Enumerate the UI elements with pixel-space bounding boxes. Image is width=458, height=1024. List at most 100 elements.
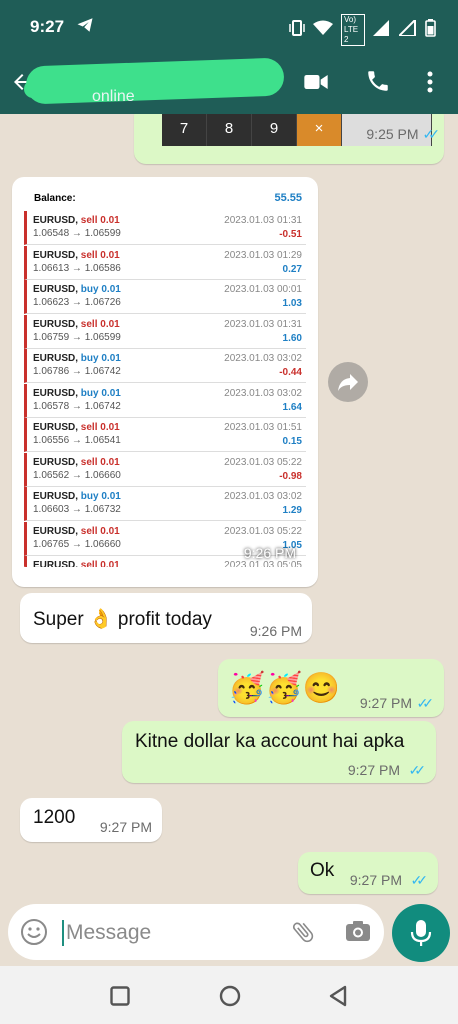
trade-date: 2023.01.03 05:22: [224, 456, 302, 468]
more-options-icon[interactable]: [420, 68, 440, 101]
camera-icon[interactable]: [345, 919, 371, 948]
chat-area[interactable]: 7 8 9 × 9:25 PM ✓✓ Balance: 55.55 EURUSD,…: [0, 114, 458, 966]
trade-symbol: EURUSD, buy 0.01: [33, 284, 121, 295]
message-time: 9:26 PM: [249, 623, 302, 639]
message-text: Super 👌 profit today: [33, 609, 212, 630]
trade-symbol: EURUSD, sell 0.01: [33, 525, 120, 537]
message-input-bar[interactable]: Message: [8, 904, 384, 960]
trade-pl: -0.98: [279, 470, 302, 482]
trade-lot: 0.01: [101, 353, 121, 364]
trade-prices: 1.06578 → 1.06742: [33, 400, 121, 412]
message-text: 🥳🥳😊: [228, 672, 341, 705]
status-time: 9:27: [30, 17, 65, 36]
message-time: 9:25 PM ✓✓: [366, 126, 440, 142]
message-input[interactable]: Message: [66, 921, 151, 945]
trade-date: 2023.01.03 03:02: [224, 353, 302, 364]
trade-pl: 0.15: [282, 436, 302, 447]
vibrate-icon: [289, 19, 305, 42]
trade-side: sell: [80, 422, 98, 433]
trade-row: EURUSD, buy 0.01 1.06603 → 1.06732 2023.01…: [24, 487, 306, 521]
trade-side: sell: [80, 525, 98, 537]
trade-side: sell: [80, 318, 98, 330]
redaction-scribble-avatar: [24, 80, 94, 98]
trade-prices: 1.06548 → 1.06599: [33, 228, 121, 239]
message-time: 9:27 PM: [349, 872, 402, 888]
trade-pl: 1.03: [282, 298, 302, 309]
trade-pl: 1.60: [282, 332, 302, 344]
read-ticks-icon: ✓✓: [416, 695, 435, 711]
forward-button[interactable]: [328, 362, 368, 402]
trade-symbol: EURUSD, sell 0.01: [33, 318, 120, 330]
trade-lot: 0.01: [100, 422, 120, 433]
trade-symbol: EURUSD, sell 0.01: [33, 249, 120, 261]
text-caret: [62, 920, 64, 946]
keypad-key: 8: [207, 114, 252, 146]
trade-symbol: EURUSD, buy 0.01: [33, 491, 121, 502]
incoming-message[interactable]: 1200 9:27 PM: [20, 798, 162, 842]
trade-side: sell: [80, 456, 98, 468]
trade-symbol: EURUSD, sell 0.01: [33, 456, 120, 468]
trade-pl: 1.64: [282, 401, 302, 413]
message-text: 1200: [33, 807, 76, 828]
trade-lot: 0.01: [100, 456, 120, 468]
trade-pl: -0.44: [279, 367, 302, 378]
image-message-trades[interactable]: Balance: 55.55 EURUSD, sell 0.01 1.06548 …: [12, 177, 318, 587]
trade-side: sell: [80, 215, 98, 226]
video-call-icon[interactable]: [302, 68, 330, 101]
incoming-message[interactable]: Super 👌 profit today 9:26 PM: [20, 593, 312, 643]
mic-icon: [410, 919, 432, 952]
mic-button[interactable]: [392, 904, 450, 962]
message-time: 9:27 PM: [99, 819, 152, 835]
emoji-icon[interactable]: [20, 918, 48, 951]
trade-lot: 0.01: [101, 284, 121, 295]
system-nav-bar: [0, 966, 458, 1024]
outgoing-message[interactable]: 🥳🥳😊 9:27 PM ✓✓: [218, 659, 444, 717]
trade-symbol: EURUSD, sell 0.01: [33, 560, 120, 567]
trade-date: 2023.01.03 00:01: [224, 284, 302, 295]
read-ticks-icon: ✓✓: [410, 872, 429, 888]
trade-side: sell: [80, 560, 98, 567]
trade-lot: 0.01: [101, 387, 121, 399]
trade-prices: 1.06623 → 1.06726: [33, 297, 121, 308]
trade-prices: 1.06556 → 1.06541: [33, 435, 121, 446]
outgoing-message[interactable]: Kitne dollar ka account hai apka 9:27 PM…: [122, 721, 436, 783]
voice-call-icon[interactable]: [365, 68, 391, 99]
trade-side: buy: [80, 284, 99, 295]
message-time: 9:27 PM: [347, 762, 400, 778]
message-time: 9:26 PM: [243, 545, 296, 561]
battery-icon: [425, 18, 436, 42]
recents-icon[interactable]: [110, 986, 130, 1011]
trade-side: buy: [80, 387, 99, 399]
volte-badge: Vo) LTE 2: [341, 14, 365, 46]
trade-row: EURUSD, buy 0.01 1.06578 → 1.06742 2023.01…: [24, 383, 306, 418]
wifi-icon: [313, 20, 333, 41]
trade-date: 2023.01.03 01:51: [224, 422, 302, 433]
outgoing-message[interactable]: Ok 9:27 PM ✓✓: [298, 852, 438, 894]
attach-icon[interactable]: [290, 919, 316, 950]
trade-side: buy: [80, 491, 99, 502]
balance-label: Balance:: [34, 193, 76, 204]
home-icon[interactable]: [219, 985, 241, 1012]
back-nav-icon[interactable]: [328, 985, 348, 1012]
trade-row: EURUSD, sell 0.01 1.06759 → 1.06599 2023.0…: [24, 314, 306, 349]
trade-lot: 0.01: [101, 491, 121, 502]
status-bar: 9:27 Vo) LTE 2: [0, 0, 458, 54]
telegram-icon: [76, 16, 94, 39]
signal-icon-2: [396, 17, 417, 41]
read-ticks-icon: ✓✓: [408, 762, 427, 778]
trade-symbol: EURUSD, buy 0.01: [33, 387, 121, 399]
trade-prices: 1.06603 → 1.06732: [33, 504, 121, 515]
trade-date: 2023.01.03 05:05: [224, 560, 302, 567]
keypad-key: 7: [162, 114, 207, 146]
chat-header[interactable]: online: [0, 54, 458, 114]
trade-prices: 1.06562 → 1.06660: [33, 469, 121, 481]
trade-pl: 1.29: [282, 505, 302, 516]
trade-lot: 0.01: [100, 249, 120, 261]
image-message-keypad[interactable]: 7 8 9 × 9:25 PM ✓✓: [134, 114, 444, 164]
trade-row: EURUSD, buy 0.01 1.06786 → 1.06742 2023.01…: [24, 349, 306, 383]
keypad-key: 9: [252, 114, 297, 146]
signal-icon: [373, 19, 391, 41]
trade-row: EURUSD, sell 0.01 1.06556 → 1.06541 2023.0…: [24, 418, 306, 452]
trade-prices: 1.06765 → 1.06660: [33, 538, 121, 550]
trade-lot: 0.01: [100, 560, 120, 567]
